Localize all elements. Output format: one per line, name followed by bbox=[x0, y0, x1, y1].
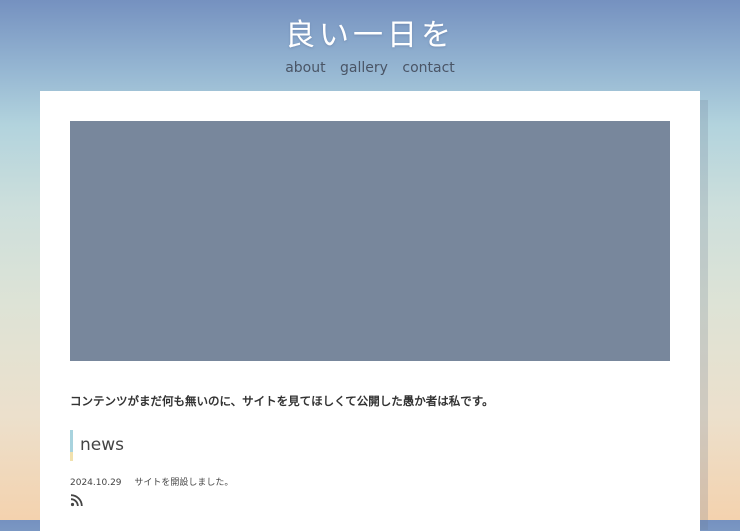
heading-accent-bar-secondary bbox=[70, 452, 73, 461]
news-date: 2024.10.29 bbox=[70, 478, 122, 488]
hero-image-placeholder bbox=[70, 121, 670, 361]
content-card: コンテンツがまだ何も無いのに、サイトを見てほしくて公開した愚か者は私です。 ne… bbox=[40, 91, 700, 531]
news-item: 2024.10.29 サイトを開設しました。 bbox=[70, 475, 233, 488]
nav-about[interactable]: about bbox=[285, 60, 325, 76]
heading-accent-bar bbox=[70, 430, 73, 452]
nav-contact[interactable]: contact bbox=[402, 60, 454, 76]
main-nav: about gallery contact bbox=[0, 60, 740, 76]
news-heading: news bbox=[70, 430, 124, 462]
nav-gallery[interactable]: gallery bbox=[340, 60, 388, 76]
intro-text: コンテンツがまだ何も無いのに、サイトを見てほしくて公開した愚か者は私です。 bbox=[70, 393, 494, 408]
site-title: 良い一日を bbox=[285, 18, 455, 53]
rss-icon[interactable] bbox=[70, 492, 84, 507]
news-text: サイトを開設しました。 bbox=[134, 478, 234, 488]
news-heading-text: news bbox=[80, 435, 124, 455]
